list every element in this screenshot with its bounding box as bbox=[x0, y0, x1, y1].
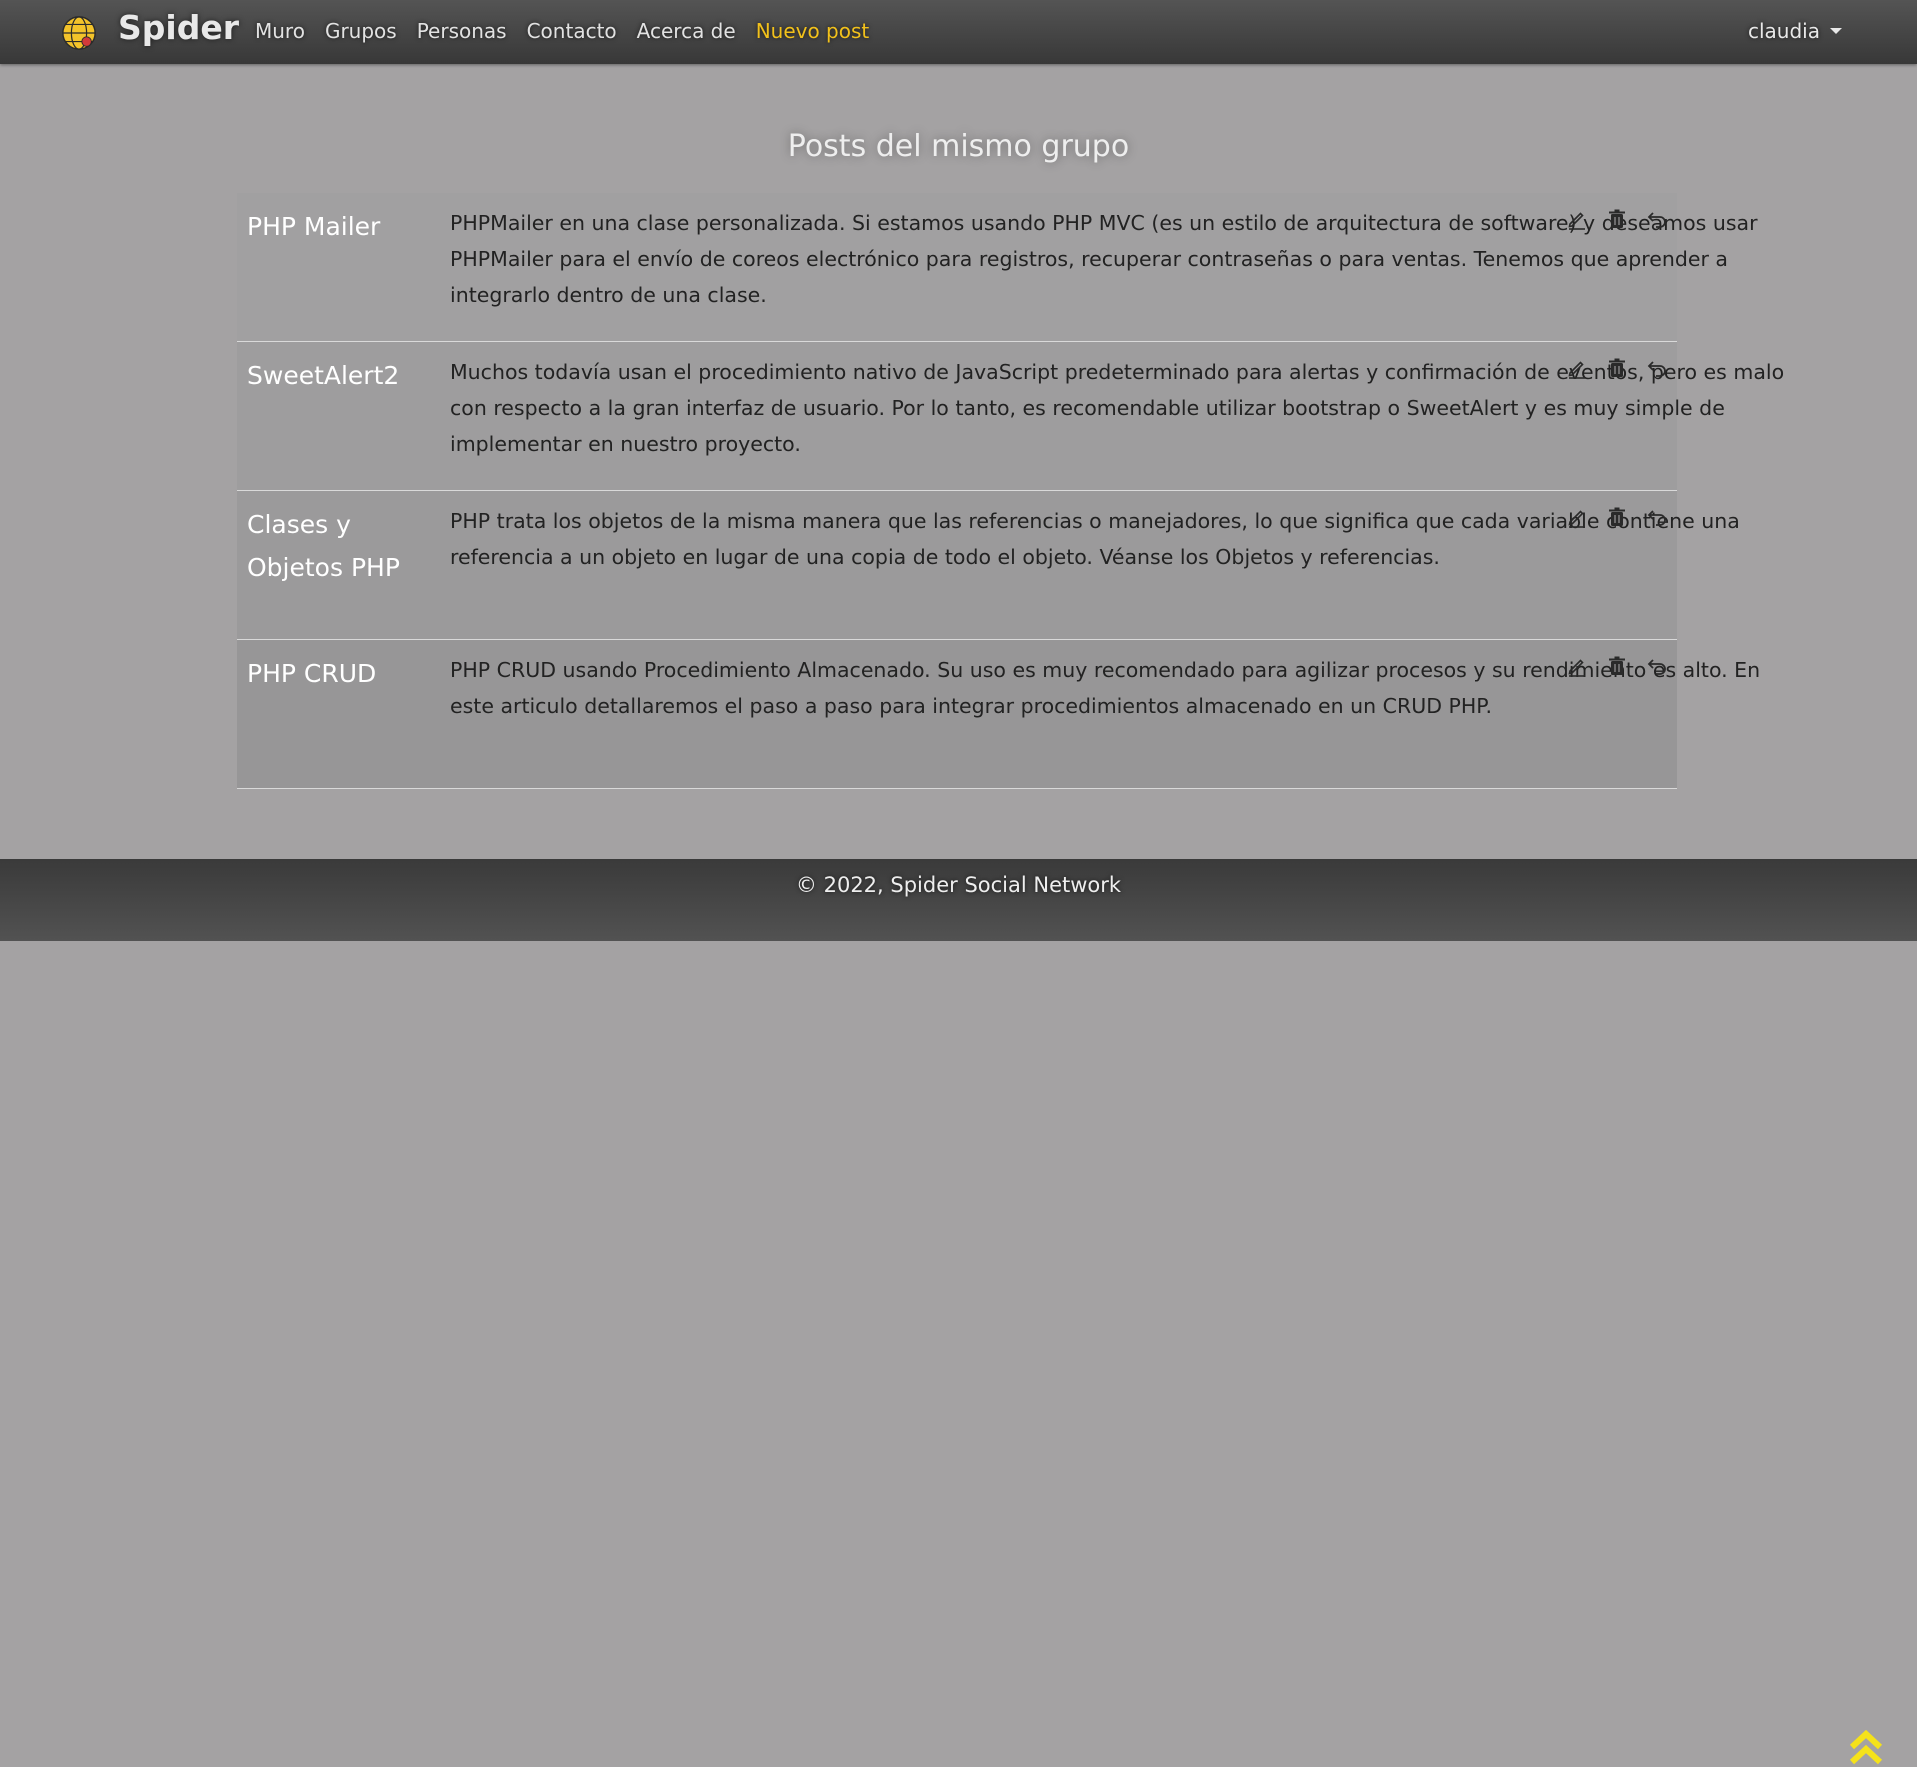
post-actions bbox=[1565, 654, 1669, 678]
undo-icon[interactable] bbox=[1645, 505, 1669, 529]
pencil-icon[interactable] bbox=[1565, 207, 1589, 231]
trash-icon[interactable] bbox=[1605, 654, 1629, 678]
undo-icon[interactable] bbox=[1645, 356, 1669, 380]
nav-link-muro[interactable]: Muro bbox=[255, 17, 305, 45]
undo-icon[interactable] bbox=[1645, 654, 1669, 678]
posts-list: PHP Mailer PHPMailer en una clase person… bbox=[237, 193, 1784, 789]
user-name: claudia bbox=[1748, 19, 1820, 43]
nav-link-acerca-de[interactable]: Acerca de bbox=[637, 17, 736, 45]
post-row: PHP CRUD PHP CRUD usando Procedimiento A… bbox=[237, 640, 1760, 789]
post-row: Clases y Objetos PHP PHP trata los objet… bbox=[237, 491, 1740, 640]
nav-link-contacto[interactable]: Contacto bbox=[527, 17, 617, 45]
undo-icon[interactable] bbox=[1645, 207, 1669, 231]
post-actions bbox=[1565, 356, 1669, 380]
navbar: Spider Muro Grupos Personas Contacto Ace… bbox=[0, 0, 1917, 64]
post-title: PHP Mailer bbox=[247, 212, 381, 241]
post-title: Clases y Objetos PHP bbox=[247, 510, 400, 582]
pencil-icon[interactable] bbox=[1565, 356, 1589, 380]
globe-spider-logo-icon[interactable] bbox=[60, 14, 98, 52]
pencil-icon[interactable] bbox=[1565, 505, 1589, 529]
post-title: PHP CRUD bbox=[247, 659, 377, 688]
post-row: SweetAlert2 Muchos todavía usan el proce… bbox=[237, 342, 1784, 491]
page-title: Posts del mismo grupo bbox=[787, 129, 1130, 164]
caret-down-icon bbox=[1830, 28, 1842, 34]
brand-name[interactable]: Spider bbox=[118, 8, 239, 48]
nav-link-personas[interactable]: Personas bbox=[417, 17, 507, 45]
post-title: SweetAlert2 bbox=[247, 361, 400, 390]
trash-icon[interactable] bbox=[1605, 505, 1629, 529]
post-actions bbox=[1565, 207, 1669, 231]
trash-icon[interactable] bbox=[1605, 356, 1629, 380]
pencil-icon[interactable] bbox=[1565, 654, 1589, 678]
main-nav: Muro Grupos Personas Contacto Acerca de … bbox=[255, 17, 869, 45]
trash-icon[interactable] bbox=[1605, 207, 1629, 231]
post-actions bbox=[1565, 505, 1669, 529]
double-chevron-up-icon[interactable] bbox=[1848, 1727, 1884, 1767]
nav-link-grupos[interactable]: Grupos bbox=[325, 17, 397, 45]
post-row: PHP Mailer PHPMailer en una clase person… bbox=[237, 193, 1758, 342]
user-menu-dropdown[interactable]: claudia bbox=[1748, 17, 1842, 45]
nav-link-nuevo-post[interactable]: Nuevo post bbox=[756, 17, 870, 45]
footer: © 2022, Spider Social Network bbox=[0, 859, 1917, 1765]
footer-copyright: © 2022, Spider Social Network bbox=[795, 873, 1122, 897]
